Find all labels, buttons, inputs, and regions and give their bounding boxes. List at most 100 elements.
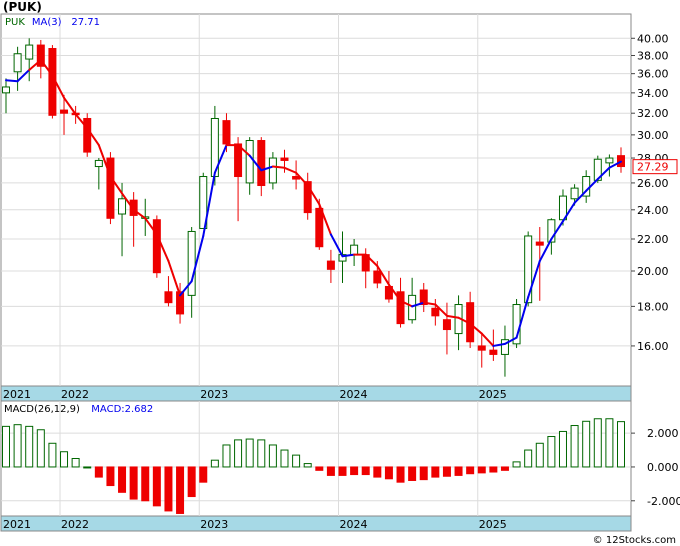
price-y-tick-label: 22.00 — [637, 233, 669, 246]
macd-bar-positive — [71, 458, 80, 468]
candle-up — [94, 159, 103, 168]
macd-bar-positive — [48, 442, 57, 468]
candle-up — [118, 198, 127, 215]
candle-down — [326, 260, 335, 270]
macd-bar-negative — [419, 466, 428, 481]
candle-down — [315, 207, 324, 248]
macd-bar-positive — [524, 449, 533, 468]
macd-bar-positive — [83, 466, 92, 469]
price-x-tick-label: 2025 — [479, 388, 507, 401]
macd-y-tick-label: 2.000 — [647, 427, 679, 440]
candle-down — [489, 349, 498, 355]
macd-bar-positive — [60, 451, 69, 468]
macd-bar-negative — [187, 466, 196, 498]
macd-bar-positive — [268, 444, 277, 468]
macd-bar-positive — [280, 449, 289, 468]
macd-bar-positive — [547, 436, 556, 468]
macd-bar-negative — [373, 466, 382, 478]
macd-bar-positive — [245, 438, 254, 468]
macd-x-tick-label: 2022 — [61, 518, 89, 531]
macd-legend-item: MACD(26,12,9) — [4, 404, 80, 415]
macd-bar-positive — [570, 425, 579, 468]
macd-legend-item: MACD:2.682 — [91, 404, 153, 415]
price-x-axis-band — [0, 385, 632, 402]
macd-bar-negative — [118, 466, 127, 493]
candle-down — [152, 219, 161, 274]
price-legend-item: PUK — [5, 17, 25, 28]
candle-up — [605, 157, 614, 164]
price-y-tick-label: 18.00 — [637, 300, 669, 313]
macd-bar-positive — [257, 439, 266, 468]
macd-bar-positive — [222, 444, 231, 468]
macd-bar-positive — [512, 461, 521, 468]
candle-down — [257, 140, 266, 187]
macd-bar-negative — [477, 466, 486, 474]
macd-bar-positive — [558, 430, 567, 468]
candle-down — [373, 270, 382, 284]
price-x-tick-label: 2022 — [61, 388, 89, 401]
macd-bar-negative — [152, 466, 161, 507]
price-x-tick-label: 2023 — [200, 388, 228, 401]
macd-bar-negative — [396, 466, 405, 483]
price-y-tick-label: 30.00 — [637, 129, 669, 142]
macd-bar-negative — [94, 466, 103, 478]
candle-up — [408, 294, 417, 321]
price-y-tick-label: 38.00 — [637, 50, 669, 63]
macd-bar-positive — [210, 459, 219, 468]
price-y-tick-label: 26.00 — [637, 177, 669, 190]
candle-down — [535, 241, 544, 246]
candle-down — [234, 143, 243, 178]
candle-down — [222, 120, 231, 145]
macd-bar-positive — [593, 418, 602, 468]
macd-y-tick-label: 0.000 — [647, 461, 679, 474]
macd-bar-negative — [199, 466, 208, 483]
macd-bar-negative — [129, 466, 138, 500]
macd-x-tick-label: 2023 — [200, 518, 228, 531]
macd-bar-positive — [234, 439, 243, 468]
macd-bar-positive — [605, 418, 614, 468]
price-y-tick-label: 40.00 — [637, 32, 669, 45]
macd-bar-negative — [350, 466, 359, 476]
macd-bar-negative — [384, 466, 393, 480]
candle-up — [350, 244, 359, 256]
price-y-tick-label: 20.00 — [637, 265, 669, 278]
macd-bar-negative — [454, 466, 463, 476]
price-y-tick-label: 34.00 — [637, 87, 669, 100]
macd-bar-negative — [141, 466, 150, 502]
macd-bar-positive — [582, 420, 591, 468]
macd-bar-positive — [303, 463, 312, 468]
candle-down — [164, 291, 173, 304]
macd-bar-positive — [25, 425, 34, 468]
macd-bar-negative — [338, 466, 347, 476]
macd-bar-negative — [164, 466, 173, 512]
candle-up — [268, 157, 277, 184]
price-y-tick-label: 32.00 — [637, 107, 669, 120]
price-x-tick-label: 2024 — [340, 388, 368, 401]
macd-bar-negative — [361, 466, 370, 476]
price-legend-item: 27.71 — [71, 17, 100, 28]
price-y-tick-label: 36.00 — [637, 68, 669, 81]
macd-bar-negative — [431, 466, 440, 478]
macd-bar-positive — [36, 429, 45, 468]
candle-up — [2, 86, 10, 94]
price-y-tick-label: 24.00 — [637, 204, 669, 217]
candle-down — [60, 109, 69, 114]
macd-bar-negative — [326, 466, 335, 476]
macd-bar-negative — [442, 466, 451, 477]
macd-x-tick-label: 2024 — [340, 518, 368, 531]
candle-down — [431, 307, 440, 317]
macd-bar-negative — [489, 466, 498, 473]
macd-y-tick-label: -2.000 — [647, 495, 680, 508]
macd-bar-positive — [13, 424, 22, 468]
candle-up — [25, 44, 34, 60]
macd-x-tick-label: 2021 — [3, 518, 31, 531]
candle-down — [83, 117, 92, 153]
macd-bar-positive — [535, 442, 544, 468]
macd-bar-negative — [466, 466, 475, 475]
macd-x-axis-band — [0, 515, 632, 532]
macd-bar-positive — [617, 421, 625, 468]
macd-bar-negative — [408, 466, 417, 481]
price-x-tick-label: 2021 — [3, 388, 31, 401]
last-price-label: 27.29 — [637, 161, 669, 174]
macd-bar-negative — [176, 466, 185, 514]
